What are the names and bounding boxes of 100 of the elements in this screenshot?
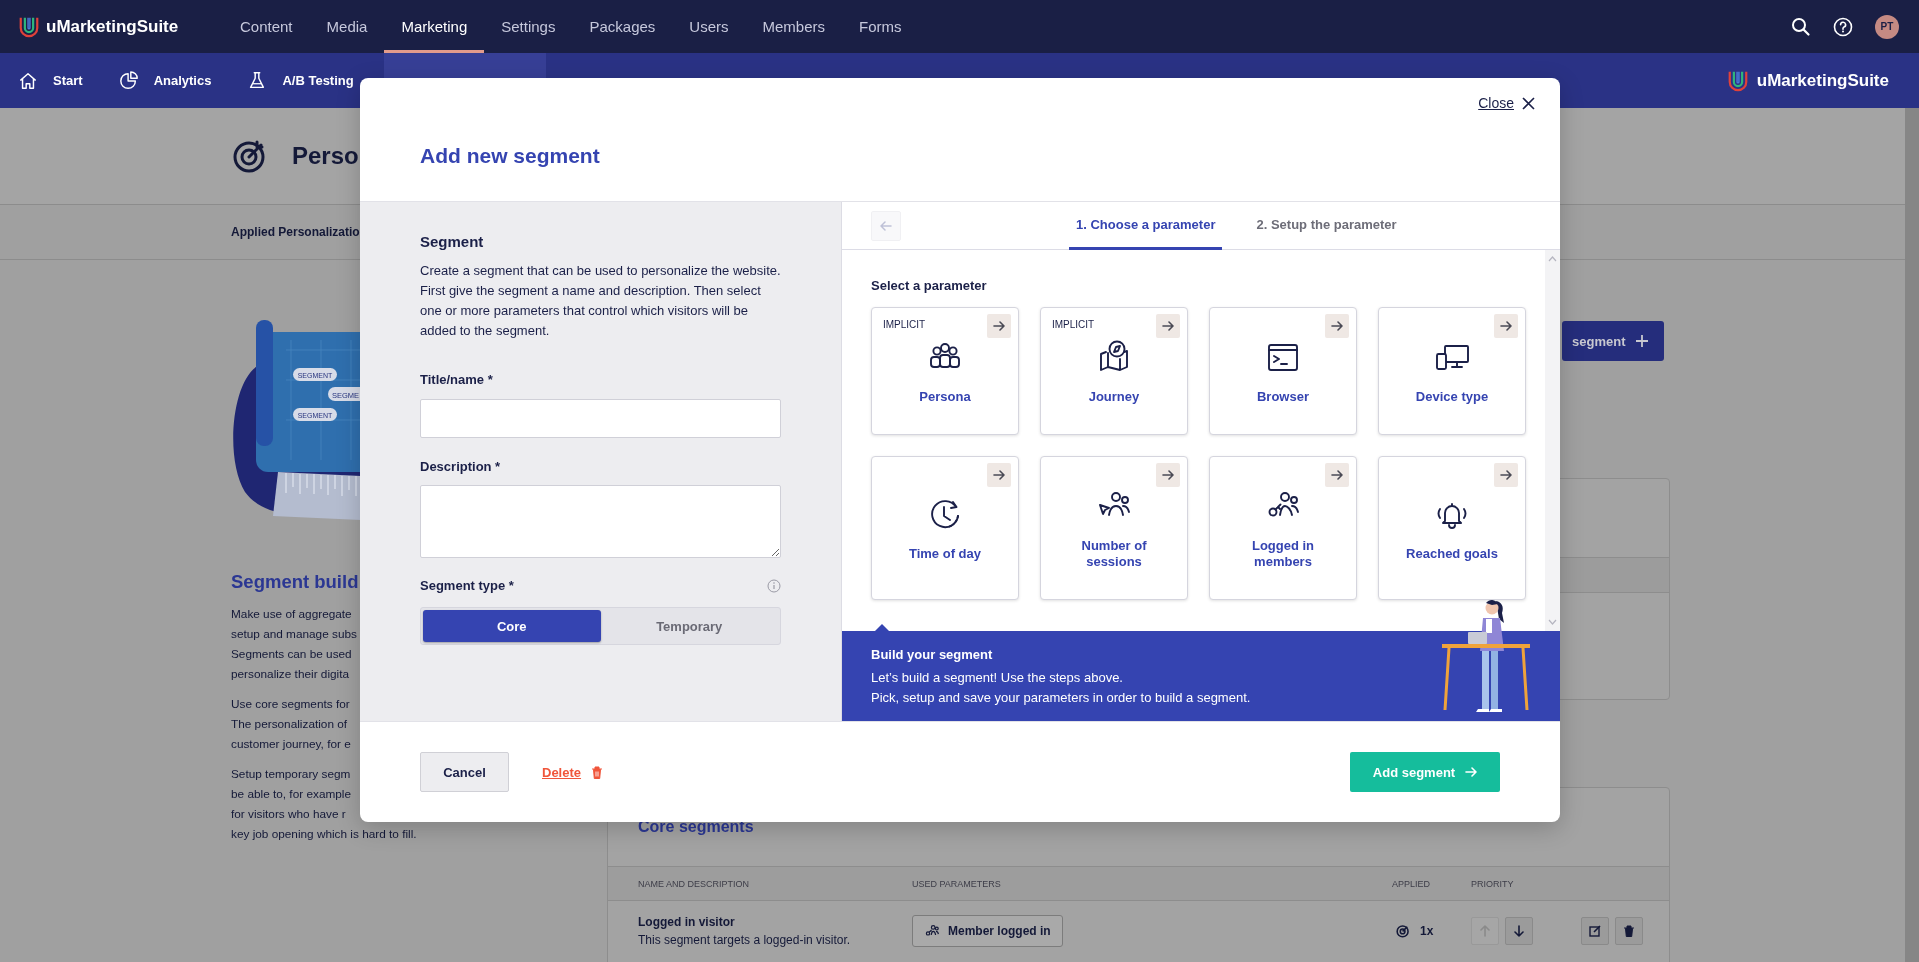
- arrow-right-icon: [1465, 766, 1478, 778]
- segment-name: Logged in visitor: [638, 915, 735, 929]
- sub-nav-item[interactable]: A/B Testing: [282, 73, 354, 88]
- delete-button[interactable]: [1615, 917, 1643, 945]
- parameter-name: Browser: [1257, 389, 1309, 405]
- page-scrollbar[interactable]: [1905, 108, 1919, 962]
- parameter-card[interactable]: Number of sessions: [1040, 456, 1188, 600]
- user-avatar[interactable]: PT: [1875, 14, 1899, 39]
- toggle-option[interactable]: Core: [423, 610, 601, 642]
- paragraph-line: Use core segments for: [231, 696, 350, 713]
- title-field[interactable]: [420, 399, 781, 438]
- arrow-right-icon: [1331, 469, 1343, 481]
- help-icon[interactable]: [1833, 16, 1853, 37]
- house-icon: [18, 70, 38, 91]
- info-icon: [767, 579, 781, 593]
- arrow-right-icon: [1331, 320, 1343, 332]
- section-tab[interactable]: Applied Personalizatio: [231, 225, 360, 239]
- sub-nav-item[interactable]: Start: [53, 73, 83, 88]
- parameter-chip: Member logged in: [912, 915, 1063, 947]
- column-header: USED PARAMETERS: [912, 878, 1001, 889]
- paragraph-line: Setup temporary segm: [231, 766, 351, 783]
- banner-title: Build your segment: [871, 646, 993, 664]
- arrow-button[interactable]: [1156, 463, 1180, 487]
- arrow-right-icon: [993, 320, 1005, 332]
- arrow-button[interactable]: [1156, 314, 1180, 338]
- arrow-button[interactable]: [1494, 463, 1518, 487]
- tag-label: IMPLICIT: [883, 319, 926, 330]
- paragraph-line: setup and manage subs: [231, 626, 357, 643]
- applied-count: 1x: [1420, 924, 1434, 938]
- toggle-option[interactable]: Temporary: [600, 610, 778, 642]
- parameter-name: Device type: [1415, 389, 1489, 405]
- column-header: APPLIED: [1392, 878, 1431, 889]
- paragraph-line: Make use of aggregate: [231, 606, 352, 623]
- trash-icon: [591, 765, 604, 779]
- arrow-right-icon: [1162, 469, 1174, 481]
- nav-item[interactable]: Media: [309, 0, 385, 53]
- nav-item[interactable]: Users: [672, 0, 746, 53]
- trash-icon: [1623, 925, 1635, 937]
- banner-text: Pick, setup and save your parameters in order to build a segment.: [871, 689, 1251, 707]
- parameter-card[interactable]: Time of day: [871, 456, 1019, 600]
- parameter-name: Time of day: [909, 546, 981, 562]
- nav-item[interactable]: Forms: [842, 0, 919, 53]
- new-segment-button[interactable]: segment: [1562, 321, 1664, 361]
- column-header: PRIORITY: [1471, 878, 1514, 889]
- chevron-down-icon: [1548, 619, 1557, 625]
- description-field[interactable]: [420, 485, 781, 558]
- search-icon[interactable]: [1791, 16, 1811, 37]
- arrow-button[interactable]: [1325, 314, 1349, 338]
- banner-text: Let’s build a segment! Use the steps above.: [871, 669, 1123, 687]
- parameter-card[interactable]: Device type: [1378, 307, 1526, 435]
- parameter-card[interactable]: Browser: [1209, 307, 1357, 435]
- key-people-icon: [924, 923, 940, 939]
- paragraph-line: key job opening which is hard to fill.: [231, 826, 417, 843]
- brand-name: uMarketingSuite: [46, 16, 179, 37]
- parameter-name: Logged in members: [1250, 538, 1316, 570]
- arrow-right-icon: [1162, 320, 1174, 332]
- plus-icon: [1635, 334, 1650, 348]
- arrow-down-icon: [1513, 925, 1525, 937]
- arrow-button[interactable]: [1494, 314, 1518, 338]
- parameter-name: Journey: [1088, 389, 1140, 405]
- field-label: Title/name *: [420, 371, 493, 389]
- parameter-name: Number of sessions: [1080, 538, 1148, 570]
- dialog-title: Add new segment: [420, 144, 600, 168]
- arrow-right-icon: [1500, 469, 1512, 481]
- paragraph-line: Segments can be used: [231, 646, 352, 663]
- form-description: Create a segment that can be used to personalize the website. First give the segment a name and description. Then select one or more parameters that control which visitors will be added to the segment.: [420, 262, 782, 340]
- arrow-button[interactable]: [1325, 463, 1349, 487]
- arrow-button[interactable]: [987, 314, 1011, 338]
- paragraph-line: personalize their digita: [231, 666, 350, 683]
- move-down-button[interactable]: [1505, 917, 1533, 945]
- column-header: NAME AND DESCRIPTION: [638, 878, 749, 889]
- sub-nav-item[interactable]: Analytics: [153, 73, 212, 88]
- nav-item[interactable]: Packages: [572, 0, 673, 53]
- scrollbar[interactable]: [1545, 250, 1560, 631]
- paragraph-line: customer journey, for e: [231, 736, 351, 753]
- nav-item[interactable]: Members: [745, 0, 843, 53]
- section-label: Select a parameter: [871, 277, 987, 295]
- edit-icon: [1589, 925, 1601, 937]
- paragraph-line: The personalization of: [231, 716, 348, 733]
- segment-description: This segment targets a logged-in visitor.: [638, 933, 851, 947]
- cancel-button[interactable]: Cancel: [420, 752, 509, 792]
- arrow-right-icon: [993, 469, 1005, 481]
- field-label: Segment type *: [420, 577, 514, 595]
- close-button[interactable]: Close: [1478, 95, 1535, 111]
- parameter-card[interactable]: IMPLICIT Persona: [871, 307, 1019, 435]
- nav-item[interactable]: Content: [223, 0, 310, 53]
- pie-chart-icon: [118, 70, 139, 91]
- step-tab[interactable]: 2. Setup the parameter: [1249, 202, 1404, 250]
- step-tab[interactable]: 1. Choose a parameter: [1069, 202, 1223, 250]
- parameter-card[interactable]: Logged in members: [1209, 456, 1357, 600]
- parameter-card[interactable]: Reached goals: [1378, 456, 1526, 600]
- form-heading: Segment: [420, 232, 484, 252]
- page-title: Perso: [292, 142, 359, 170]
- edit-button[interactable]: [1581, 917, 1609, 945]
- parameter-name: Persona: [919, 389, 971, 405]
- parameter-card[interactable]: IMPLICIT Journey: [1040, 307, 1188, 435]
- arrow-button[interactable]: [987, 463, 1011, 487]
- paragraph-line: for visitors who have r: [231, 806, 346, 823]
- section-heading: Segment build: [231, 570, 359, 594]
- nav-item[interactable]: Settings: [484, 0, 573, 53]
